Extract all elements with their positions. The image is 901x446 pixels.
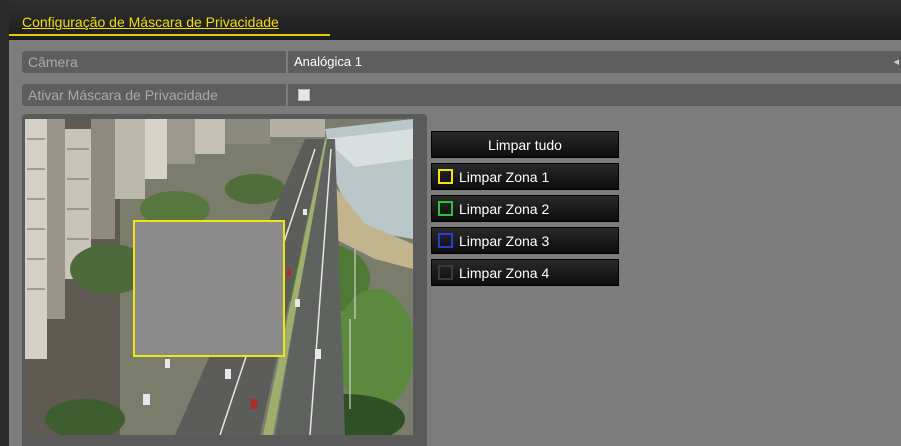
zone-3-swatch-icon (438, 233, 453, 248)
zone-1-swatch-icon (438, 169, 453, 184)
clear-zone-2-label: Limpar Zona 2 (459, 201, 550, 217)
clear-zone-4-label: Limpar Zona 4 (459, 265, 550, 281)
camera-label: Câmera (22, 51, 286, 73)
dropdown-arrow-icon[interactable]: ◂ (893, 51, 899, 73)
video-preview-panel (22, 114, 427, 446)
clear-zone-4-button[interactable]: Limpar Zona 4 (431, 259, 619, 286)
enable-mask-label: Ativar Máscara de Privacidade (22, 84, 286, 106)
window-left-edge (0, 0, 9, 446)
enable-mask-row: Ativar Máscara de Privacidade (22, 84, 901, 106)
enable-mask-field (288, 84, 901, 106)
clear-zone-1-label: Limpar Zona 1 (459, 169, 550, 185)
clear-zone-3-button[interactable]: Limpar Zona 3 (431, 227, 619, 254)
zone-4-swatch-icon (438, 265, 453, 280)
zone-2-swatch-icon (438, 201, 453, 216)
privacy-mask-zone-1[interactable] (133, 220, 285, 357)
camera-select[interactable]: Analógica 1 ◂ (288, 51, 901, 73)
enable-mask-checkbox[interactable] (298, 89, 310, 101)
title-underline (9, 34, 330, 36)
page-title: Configuração de Máscara de Privacidade (22, 14, 279, 30)
camera-row: Câmera Analógica 1 ◂ (22, 51, 901, 73)
clear-all-label: Limpar tudo (488, 137, 562, 153)
clear-zone-2-button[interactable]: Limpar Zona 2 (431, 195, 619, 222)
camera-select-value: Analógica 1 (294, 54, 362, 69)
clear-zone-3-label: Limpar Zona 3 (459, 233, 550, 249)
clear-zone-1-button[interactable]: Limpar Zona 1 (431, 163, 619, 190)
camera-preview[interactable] (25, 119, 413, 435)
clear-all-button[interactable]: Limpar tudo (431, 131, 619, 158)
